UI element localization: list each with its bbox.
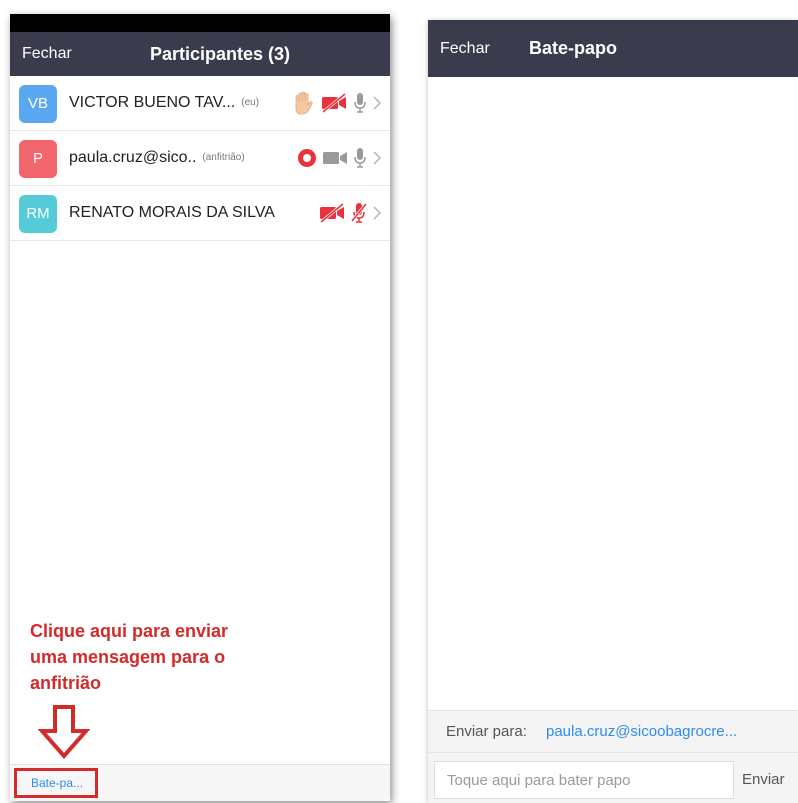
- screenshot-stage: Fechar Participantes (3) VB VICTOR BUENO…: [0, 0, 798, 803]
- raised-hand-icon: [290, 90, 316, 116]
- chat-button[interactable]: Bate-pa...: [14, 768, 98, 798]
- close-button[interactable]: Fechar: [440, 20, 490, 77]
- close-button[interactable]: Fechar: [22, 32, 72, 76]
- annotation-line: anfitrião: [30, 673, 102, 693]
- participant-status-icons: [290, 76, 382, 130]
- participant-name: paula.cruz@sico.. (anfitrião): [69, 131, 245, 185]
- instruction-annotation: Clique aqui para enviar uma mensagem par…: [30, 618, 330, 696]
- avatar: P: [19, 140, 57, 178]
- annotation-line: Clique aqui para enviar: [30, 621, 229, 641]
- avatar: VB: [19, 85, 57, 123]
- participant-name-text: VICTOR BUENO TAV...: [69, 94, 236, 112]
- participant-name: RENATO MORAIS DA SILVA: [69, 186, 275, 240]
- arrow-down-icon: [37, 704, 91, 765]
- participant-row[interactable]: VB VICTOR BUENO TAV... (eu): [10, 76, 390, 131]
- participant-role: (anfitrião): [202, 152, 245, 163]
- participant-status-icons: [318, 186, 382, 240]
- participants-header: Fechar Participantes (3): [10, 32, 390, 76]
- send-button[interactable]: Enviar: [742, 761, 785, 799]
- chat-header: Fechar Bate-papo: [428, 20, 798, 77]
- avatar: RM: [19, 195, 57, 233]
- video-off-icon: [318, 202, 346, 224]
- participants-panel: Fechar Participantes (3) VB VICTOR BUENO…: [10, 14, 390, 801]
- bottom-toolbar: Bate-pa...: [10, 764, 390, 801]
- status-bar: [10, 14, 390, 32]
- recipient-label: Enviar para:: [446, 723, 527, 740]
- recipient-value[interactable]: paula.cruz@sicoobagrocre...: [546, 711, 737, 753]
- participant-status-icons: [296, 131, 382, 185]
- chat-input[interactable]: [434, 761, 734, 799]
- participant-row[interactable]: P paula.cruz@sico.. (anfitrião): [10, 131, 390, 186]
- mic-on-icon: [352, 91, 368, 115]
- chat-message-area[interactable]: [428, 77, 798, 710]
- chat-input-bar: Enviar: [428, 752, 798, 803]
- annotation-line: uma mensagem para o: [30, 647, 226, 667]
- video-off-icon: [320, 92, 348, 114]
- mic-on-icon: [352, 146, 368, 170]
- chat-panel: Fechar Bate-papo Enviar para: paula.cruz…: [428, 20, 798, 803]
- participant-name: VICTOR BUENO TAV... (eu): [69, 76, 259, 130]
- chevron-right-icon[interactable]: [372, 95, 382, 111]
- page-title: Participantes (3): [149, 44, 291, 64]
- chevron-right-icon[interactable]: [372, 150, 382, 166]
- participant-role: (eu): [241, 97, 260, 108]
- video-on-icon: [322, 147, 348, 169]
- chevron-right-icon[interactable]: [372, 205, 382, 221]
- mic-muted-icon: [350, 201, 368, 225]
- recipient-selector[interactable]: Enviar para: paula.cruz@sicoobagrocre...: [428, 710, 798, 753]
- recording-icon: [296, 147, 318, 169]
- participant-list: VB VICTOR BUENO TAV... (eu) P paula.cruz…: [10, 76, 390, 241]
- participant-name-text: paula.cruz@sico..: [69, 149, 197, 167]
- participant-row[interactable]: RM RENATO MORAIS DA SILVA: [10, 186, 390, 241]
- participant-name-text: RENATO MORAIS DA SILVA: [69, 204, 275, 221]
